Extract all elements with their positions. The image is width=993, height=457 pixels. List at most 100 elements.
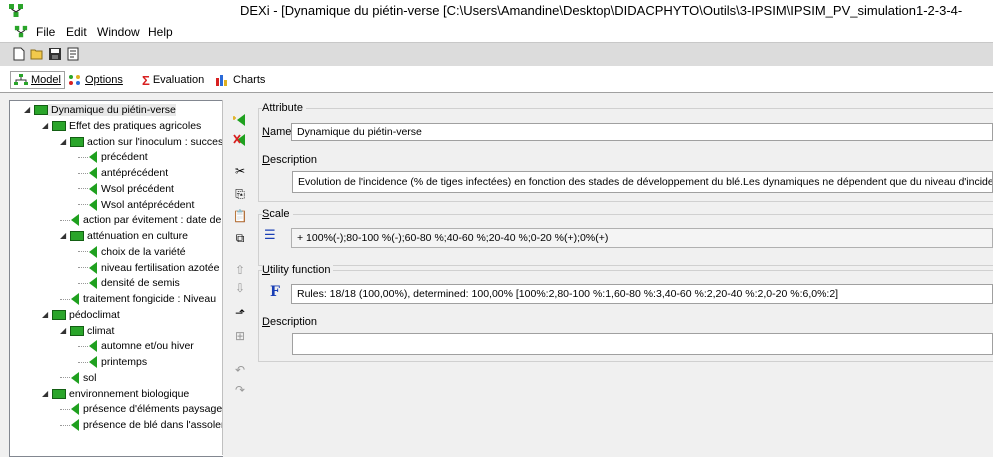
tree-node-label: action sur l'inoculum : successi: [87, 135, 223, 148]
tree-node-aggregate[interactable]: ◢ Effet des pratiques agricoles: [42, 119, 201, 133]
tree-node-aggregate[interactable]: ◢ Dynamique du piétin-verse: [24, 103, 176, 117]
tree-node-label: choix de la variété: [101, 245, 186, 258]
tree-node-basic[interactable]: densité de semis: [78, 276, 180, 290]
tree-node-basic[interactable]: automne et/ou hiver: [78, 339, 194, 353]
tree-connector: [78, 167, 88, 174]
tree-node-label: Dynamique du piétin-verse: [48, 104, 176, 116]
tree-node-basic[interactable]: printemps: [78, 355, 147, 369]
title-bar: DEXi - [Dynamique du piétin-verse [C:\Us…: [0, 0, 993, 22]
tree-node-label: niveau fertilisation azotée: [101, 261, 220, 274]
menu-window[interactable]: Window: [97, 25, 140, 39]
tree-node-basic[interactable]: sol: [60, 371, 96, 385]
tree-node-label: antéprécédent: [101, 167, 169, 179]
tree-connector: [78, 245, 88, 253]
tree-node-aggregate[interactable]: ◢ pédoclimat: [42, 308, 120, 322]
tree-node-label: action par évitement : date de: [83, 214, 222, 227]
tree-expand-icon[interactable]: ◢: [60, 232, 68, 240]
tree-connector: [78, 261, 88, 268]
tree-expand-icon[interactable]: ◢: [42, 310, 50, 319]
tree-node-basic[interactable]: action par évitement : date de: [60, 213, 221, 227]
move-up-icon[interactable]: ⇧: [231, 262, 249, 278]
copy-icon[interactable]: ⎘: [231, 186, 249, 202]
tree-connector: [60, 403, 70, 410]
description-field[interactable]: Evolution de l'incidence (% de tiges inf…: [292, 171, 993, 193]
tree-node-label: printemps: [101, 356, 148, 368]
edit-sidebar: ✂ ⎘ 📋 ⧉ ⇧ ⇩ ⬏ ⊞ ↶ ↷: [222, 100, 259, 455]
function-f-icon[interactable]: F: [270, 284, 280, 300]
tree-connector: [78, 198, 88, 205]
dexi-menu-icon[interactable]: [14, 25, 28, 39]
open-folder-icon[interactable]: [30, 47, 44, 61]
tree-node-basic[interactable]: Wsol précédent: [78, 182, 174, 196]
tab-evaluation-label: Evaluation: [152, 74, 205, 86]
tree-node-basic[interactable]: choix de la variété: [78, 245, 186, 259]
tab-model[interactable]: Model: [10, 71, 65, 89]
basic-attribute-icon: [71, 214, 79, 227]
add-attribute-icon[interactable]: [231, 112, 249, 128]
tree-expand-icon[interactable]: ◢: [60, 137, 68, 146]
tree-node-basic[interactable]: Wsol antéprécédent: [78, 198, 194, 212]
duplicate-icon[interactable]: ⧉: [231, 230, 249, 246]
paste-icon[interactable]: 📋: [231, 208, 249, 224]
menu-bar: File Edit Window Help: [0, 22, 993, 42]
tab-evaluation[interactable]: Σ Evaluation: [142, 72, 204, 88]
tree-expand-icon[interactable]: ◢: [24, 106, 32, 114]
tree-node-aggregate[interactable]: ◢ action sur l'inoculum : successi: [60, 135, 223, 149]
save-icon[interactable]: [48, 47, 62, 61]
scale-section-label: Scale: [262, 208, 293, 220]
properties-icon[interactable]: [66, 47, 80, 61]
tree-node-basic[interactable]: antéprécédent: [78, 166, 168, 180]
basic-attribute-icon: [71, 371, 79, 384]
demote-icon[interactable]: ⊞: [231, 328, 249, 344]
promote-icon[interactable]: ⬏: [231, 305, 249, 321]
menu-help[interactable]: Help: [148, 25, 173, 39]
utility-field[interactable]: Rules: 18/18 (100,00%), determined: 100,…: [291, 284, 993, 304]
scale-list-icon[interactable]: ☰: [264, 228, 276, 243]
tree-node-basic[interactable]: niveau fertilisation azotée: [78, 261, 220, 275]
attribute-tree[interactable]: ◢ Dynamique du piétin-verse ◢ Effet des pra…: [9, 100, 223, 457]
tree-node-basic[interactable]: présence de blé dans l'assolen: [60, 418, 223, 432]
move-down-icon[interactable]: ⇩: [231, 280, 249, 296]
redo-icon[interactable]: ↷: [231, 382, 249, 398]
tree-node-label: présence de blé dans l'assolen: [83, 419, 223, 431]
basic-attribute-icon: [89, 356, 97, 368]
name-label: Name: [262, 126, 292, 138]
tab-options[interactable]: Options: [68, 72, 123, 88]
tree-node-basic[interactable]: traitement fongicide : Niveau: [60, 292, 216, 306]
tree-node-label: précédent: [101, 151, 148, 164]
tree-node-label: densité de semis: [101, 277, 180, 290]
basic-attribute-icon: [89, 277, 97, 290]
tree-expand-icon[interactable]: ◢: [42, 389, 50, 398]
dexi-app-icon: [9, 4, 23, 17]
cut-icon[interactable]: ✂: [231, 163, 249, 179]
tree-expand-icon[interactable]: ◢: [42, 121, 50, 130]
tree-connector: [78, 277, 88, 284]
aggregate-attribute-icon: [52, 120, 66, 131]
utility-description-field[interactable]: [292, 333, 993, 355]
name-field[interactable]: Dynamique du piétin-verse: [291, 123, 993, 141]
undo-icon[interactable]: ↶: [231, 362, 249, 378]
new-file-icon[interactable]: [12, 47, 26, 61]
basic-attribute-icon: [89, 245, 97, 258]
tree-node-aggregate[interactable]: ◢ atténuation en culture: [60, 229, 188, 243]
tree-node-basic[interactable]: présence d'éléments paysager: [60, 402, 223, 416]
tree-node-label: traitement fongicide : Niveau: [83, 293, 217, 305]
basic-attribute-icon: [89, 182, 97, 195]
tree-node-aggregate[interactable]: ◢ climat: [60, 324, 114, 338]
delete-attribute-icon[interactable]: [231, 132, 249, 148]
menu-file[interactable]: File: [36, 25, 55, 39]
description-label: Description: [262, 154, 318, 166]
tree-connector: [60, 293, 70, 300]
tree-node-basic[interactable]: précédent: [78, 150, 148, 164]
tab-charts[interactable]: Charts: [216, 72, 265, 88]
aggregate-attribute-icon: [70, 231, 84, 241]
tree-expand-icon[interactable]: ◢: [60, 326, 68, 335]
basic-attribute-icon: [89, 198, 97, 211]
scale-field[interactable]: + 100%(-);80-100 %(-);60-80 %;40-60 %;20…: [291, 228, 993, 248]
tree-node-aggregate[interactable]: ◢ environnement biologique: [42, 387, 189, 401]
utility-section-label: Utility function: [262, 264, 334, 276]
menu-edit[interactable]: Edit: [66, 25, 87, 39]
basic-attribute-icon: [71, 419, 79, 431]
tree-connector: [78, 356, 88, 363]
toolbar: [0, 42, 993, 67]
